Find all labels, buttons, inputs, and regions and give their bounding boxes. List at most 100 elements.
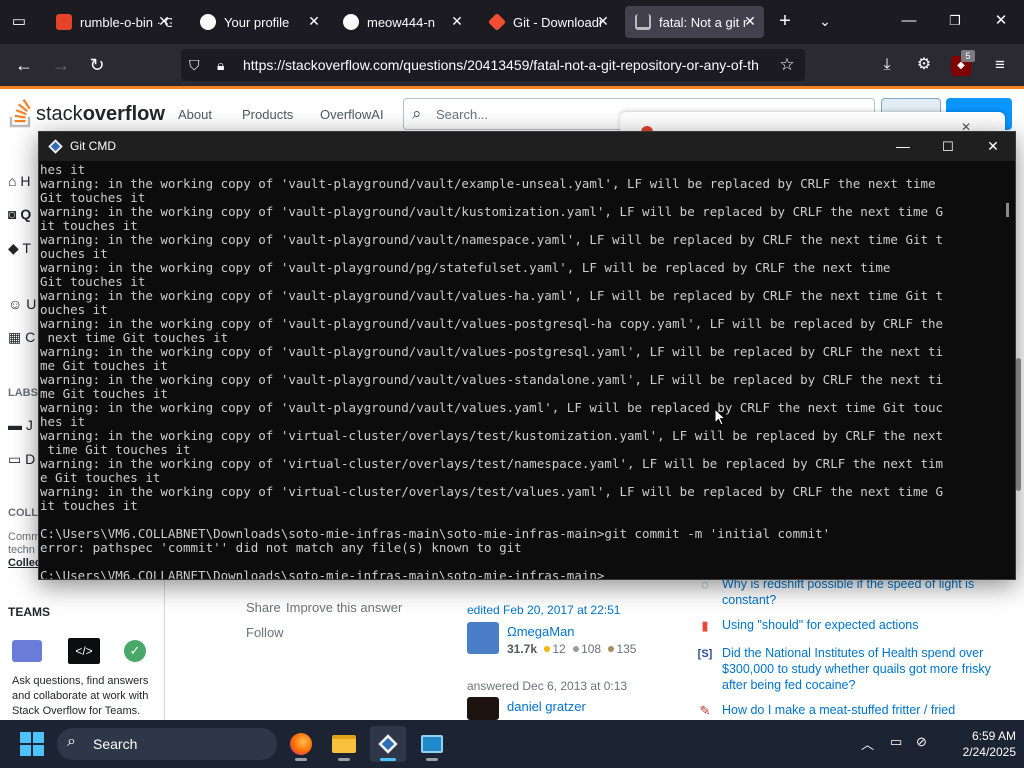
browser-toolbar: ← → ↻ ⛉ 🔒︎ https://stackoverflow.com/que… bbox=[0, 44, 1024, 86]
terminal-line: warning: in the working copy of 'vault-p… bbox=[40, 401, 944, 415]
follow-link[interactable]: Follow bbox=[246, 625, 284, 640]
downloads-icon[interactable]: ⤓ bbox=[873, 52, 901, 78]
sidebar-item-jobs[interactable]: ▬ J bbox=[8, 417, 33, 433]
back-button[interactable]: ← bbox=[10, 52, 38, 78]
sidebar-item-discussions[interactable]: ▭ D bbox=[8, 451, 35, 468]
tab-label: Your profile bbox=[224, 14, 290, 30]
windows-start-icon[interactable] bbox=[20, 732, 44, 756]
terminal-line: hes it bbox=[40, 163, 86, 177]
volume-muted-icon[interactable]: ⊘ bbox=[916, 734, 927, 750]
close-icon[interactable]: ✕ bbox=[595, 13, 611, 29]
collectives-text-2: techn bbox=[8, 544, 35, 556]
tab-git-download[interactable]: Git - Downloadi ✕ bbox=[479, 6, 617, 38]
teams-title: TEAMS bbox=[8, 605, 50, 619]
hot-question[interactable]: ✎ How do I make a meat-stuffed fritter /… bbox=[697, 702, 997, 720]
hot-question[interactable]: ◌ Why is redshift possible if the speed … bbox=[697, 576, 997, 610]
github-icon bbox=[200, 14, 216, 30]
close-icon[interactable]: ✕ bbox=[742, 13, 758, 29]
search-placeholder: Search... bbox=[436, 107, 489, 122]
terminal-line: warning: in the working copy of 'vault-p… bbox=[40, 373, 944, 387]
extensions-icon[interactable]: ⚙ bbox=[910, 52, 938, 78]
chevron-up-icon[interactable]: ︿ bbox=[861, 734, 874, 753]
maximize-button[interactable]: ☐ bbox=[933, 134, 963, 159]
scrollbar-thumb[interactable] bbox=[1006, 203, 1009, 217]
minimize-button[interactable]: — bbox=[894, 8, 924, 34]
collectives-text: Comm bbox=[8, 531, 41, 543]
tab-list-icon[interactable]: ▭ bbox=[6, 10, 32, 34]
terminal-taskbar-button[interactable] bbox=[414, 726, 450, 762]
stackoverflow-icon bbox=[635, 14, 651, 30]
stackoverflow-logo-icon bbox=[9, 99, 31, 128]
improve-answer-link[interactable]: Improve this answer bbox=[286, 600, 402, 615]
url-bar[interactable]: ⛉ 🔒︎ https://stackoverflow.com/questions… bbox=[181, 49, 805, 81]
editor-reputation: 31.7k 12 108 135 bbox=[507, 642, 637, 656]
hot-question[interactable]: [S] Did the National Institutes of Healt… bbox=[697, 645, 997, 695]
nav-products[interactable]: Products bbox=[242, 107, 293, 122]
firefox-taskbar-button[interactable] bbox=[283, 726, 319, 762]
hot-question[interactable]: ▮ Using "should" for expected actions bbox=[697, 617, 997, 635]
close-window-button[interactable]: ✕ bbox=[978, 134, 1008, 159]
terminal-scrollbar[interactable] bbox=[1001, 163, 1015, 579]
close-icon[interactable]: ✕ bbox=[449, 13, 465, 29]
close-icon[interactable]: ✕ bbox=[306, 13, 322, 29]
sidebar-item-home[interactable]: ⌂ H bbox=[8, 173, 30, 189]
clock-date: 2/24/2025 bbox=[962, 745, 1016, 759]
restore-button[interactable]: ❐ bbox=[940, 8, 970, 34]
system-clock[interactable]: 6:59 AM 2/24/2025 bbox=[940, 728, 1016, 760]
reload-button[interactable]: ↻ bbox=[83, 52, 111, 78]
folder-icon bbox=[332, 735, 356, 753]
editor-name[interactable]: ΩmegaMan bbox=[507, 624, 575, 639]
terminal-line: Git touches it bbox=[40, 275, 146, 289]
answerer-name[interactable]: daniel gratzer bbox=[507, 699, 586, 714]
avatar[interactable] bbox=[467, 697, 499, 720]
tab-github-repo[interactable]: meow444-n ✕ bbox=[333, 6, 471, 38]
close-icon[interactable]: ✕ bbox=[156, 13, 172, 29]
terminal-line: hes it bbox=[40, 415, 86, 429]
terminal-line: Git touches it bbox=[40, 191, 146, 205]
chevron-down-icon[interactable]: ⌄ bbox=[812, 10, 838, 34]
terminal-line: ouches it bbox=[40, 247, 108, 261]
scrollbar-thumb[interactable] bbox=[1016, 358, 1021, 491]
tab-stackoverflow[interactable]: fatal: Not a git r ✕ bbox=[625, 6, 764, 38]
sidebar-item-questions[interactable]: ◙ Q bbox=[8, 206, 31, 222]
nav-about[interactable]: About bbox=[178, 107, 212, 122]
shield-icon[interactable]: ⛉ bbox=[189, 56, 205, 74]
collectives-link[interactable]: Collec bbox=[8, 557, 41, 569]
close-window-button[interactable]: ✕ bbox=[986, 8, 1016, 34]
ublock-origin-icon[interactable]: ◆ 5 bbox=[951, 50, 975, 76]
new-tab-button[interactable]: + bbox=[772, 10, 798, 34]
git-icon bbox=[378, 734, 398, 754]
firefox-icon bbox=[290, 733, 312, 755]
bookmark-star-icon[interactable]: ☆ bbox=[777, 55, 797, 75]
teams-description: Ask questions, find answers and collabor… bbox=[12, 675, 149, 717]
menu-icon[interactable]: ≡ bbox=[986, 52, 1014, 78]
minimize-button[interactable]: — bbox=[888, 134, 918, 159]
avatar[interactable] bbox=[467, 622, 499, 654]
git-cmd-titlebar[interactable]: Git CMD — ☐ ✕ bbox=[39, 132, 1015, 161]
running-indicator bbox=[295, 758, 307, 761]
network-icon[interactable]: ▭ bbox=[890, 734, 902, 750]
sidebar-item-users[interactable]: ☺ U bbox=[8, 296, 36, 312]
tab-gitlab[interactable]: rumble-o-bin · G ✕ bbox=[46, 6, 178, 38]
file-explorer-taskbar-button[interactable] bbox=[326, 726, 362, 762]
sidebar-item-tags[interactable]: ◆ T bbox=[8, 240, 31, 257]
terminal-line: next time Git touches it bbox=[40, 331, 229, 345]
taskbar-search[interactable]: ⌕ Search bbox=[57, 728, 277, 760]
terminal-line: it touches it bbox=[40, 219, 138, 233]
git-cmd-taskbar-button[interactable] bbox=[370, 726, 406, 762]
share-link[interactable]: Share bbox=[246, 600, 281, 615]
sidebar-item-companies[interactable]: ▦ C bbox=[8, 329, 35, 346]
search-icon: ⌕ bbox=[412, 104, 422, 123]
url-text[interactable]: https://stackoverflow.com/questions/2041… bbox=[243, 57, 767, 73]
terminal-line: warning: in the working copy of 'vault-p… bbox=[40, 345, 944, 359]
so-logo[interactable]: stackoverflow bbox=[8, 99, 165, 129]
tab-github-profile[interactable]: Your profile ✕ bbox=[190, 6, 328, 38]
forward-button[interactable]: → bbox=[47, 52, 75, 78]
lock-icon[interactable]: 🔒︎ bbox=[217, 56, 233, 74]
terminal-output[interactable]: hes it warning: in the working copy of 'v… bbox=[40, 163, 1000, 579]
nav-overflowai[interactable]: OverflowAI bbox=[320, 107, 384, 122]
edited-link[interactable]: edited Feb 20, 2017 at 22:51 bbox=[467, 603, 620, 617]
terminal-line: it touches it bbox=[40, 499, 138, 513]
git-cmd-window[interactable]: Git CMD — ☐ ✕ hes it warning: in the work… bbox=[38, 131, 1016, 580]
